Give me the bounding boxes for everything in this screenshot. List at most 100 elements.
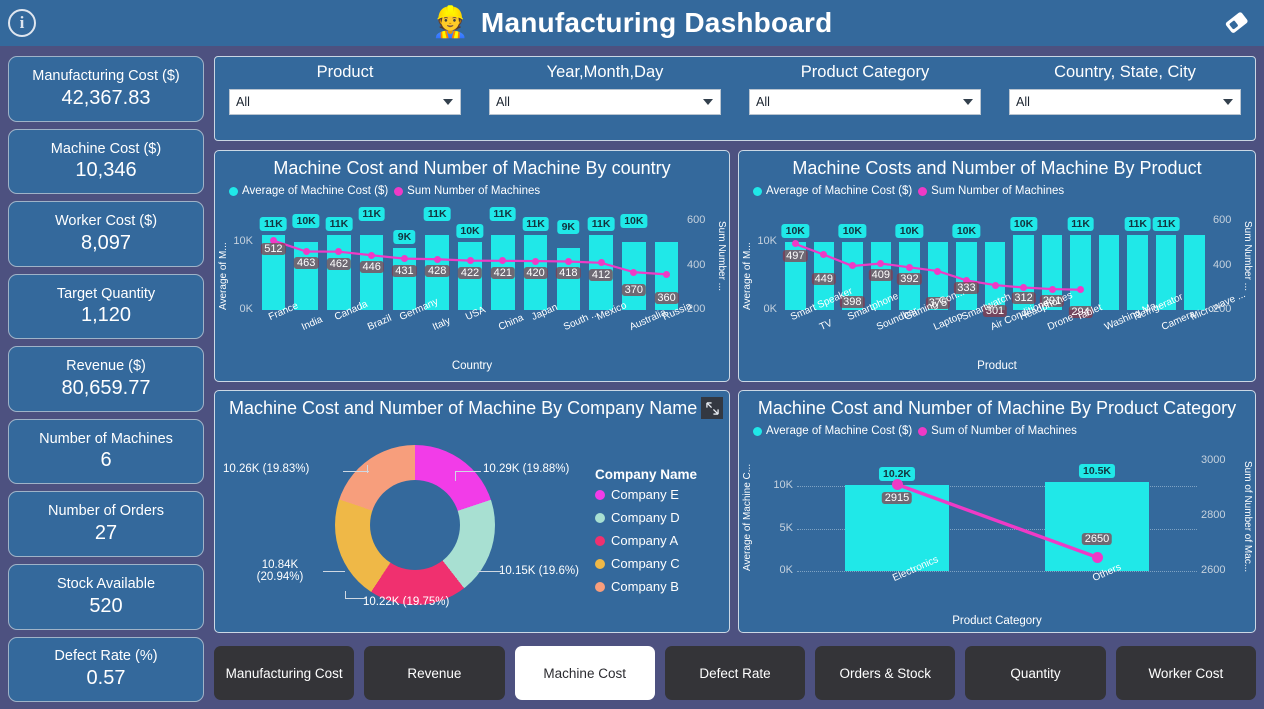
line-data-point[interactable] <box>303 248 310 255</box>
legend-item[interactable]: Company A <box>595 533 697 548</box>
line-data-label: 512 <box>261 243 285 255</box>
line-series <box>215 197 729 372</box>
line-data-label: 462 <box>327 258 351 270</box>
chart-panel-country[interactable]: Machine Cost and Number of Machine By co… <box>214 150 730 382</box>
kpi-card-stock-available[interactable]: Stock Available 520 <box>8 564 204 630</box>
legend-title: Company Name <box>595 467 697 482</box>
dropdown-value: All <box>756 95 770 109</box>
chevron-down-icon <box>963 99 973 105</box>
chart-panel-product[interactable]: Machine Costs and Number of Machine By P… <box>738 150 1256 382</box>
chart-legend: Average of Machine Cost ($) Sum Number o… <box>739 179 1255 197</box>
line-data-label: 422 <box>458 267 482 279</box>
kpi-card-machine-cost[interactable]: Machine Cost ($) 10,346 <box>8 129 204 195</box>
kpi-card-defect-rate[interactable]: Defect Rate (%) 0.57 <box>8 637 204 703</box>
line-data-point[interactable] <box>1092 552 1103 563</box>
line-data-label: 418 <box>556 267 580 279</box>
line-data-point[interactable] <box>934 268 941 275</box>
focus-mode-icon[interactable] <box>701 397 723 419</box>
kpi-card-number-of-machines[interactable]: Number of Machines 6 <box>8 419 204 485</box>
legend-item[interactable]: Average of Machine Cost ($) <box>753 425 912 437</box>
line-data-label: 2915 <box>882 492 912 504</box>
line-data-point[interactable] <box>565 258 572 265</box>
nav-button-manufacturing-cost[interactable]: Manufacturing Cost <box>214 646 354 700</box>
nav-button-worker-cost[interactable]: Worker Cost <box>1116 646 1256 700</box>
line-data-point[interactable] <box>630 269 637 276</box>
legend-item[interactable]: Company C <box>595 556 697 571</box>
legend-item[interactable]: Average of Machine Cost ($) <box>229 185 388 197</box>
line-data-point[interactable] <box>401 255 408 262</box>
legend-dot-icon <box>595 490 605 500</box>
x-axis-title: Product Category <box>739 615 1255 627</box>
line-data-point[interactable] <box>906 264 913 271</box>
line-data-point[interactable] <box>892 479 903 490</box>
line-data-label: 409 <box>869 269 893 281</box>
nav-button-machine-cost[interactable]: Machine Cost <box>515 646 655 700</box>
kpi-label: Defect Rate (%) <box>54 648 157 665</box>
line-data-label: 428 <box>425 265 449 277</box>
nav-button-defect-rate[interactable]: Defect Rate <box>665 646 805 700</box>
leader-line <box>455 471 456 481</box>
legend-label: Sum Number of Machines <box>931 185 1064 197</box>
legend-item[interactable]: Company B <box>595 579 697 594</box>
kpi-value: 42,367.83 <box>62 86 151 110</box>
legend-dot-icon <box>595 559 605 569</box>
kpi-card-manufacturing-cost[interactable]: Manufacturing Cost ($) 42,367.83 <box>8 56 204 122</box>
line-data-label: 2650 <box>1082 533 1112 545</box>
legend-item[interactable]: Sum Number of Machines <box>918 185 1064 197</box>
date-dropdown[interactable]: All <box>489 89 721 115</box>
line-data-label: 421 <box>491 267 515 279</box>
kpi-card-target-quantity[interactable]: Target Quantity 1,120 <box>8 274 204 340</box>
product-category-dropdown[interactable]: All <box>749 89 981 115</box>
chart-panel-company[interactable]: Machine Cost and Number of Machine By Co… <box>214 390 730 633</box>
pie-slice-label: 10.15K (19.6%) <box>499 565 579 577</box>
kpi-card-number-of-orders[interactable]: Number of Orders 27 <box>8 491 204 557</box>
nav-button-orders-stock[interactable]: Orders & Stock <box>815 646 955 700</box>
line-data-point[interactable] <box>598 259 605 266</box>
factory-worker-icon: 👷 <box>432 8 469 38</box>
donut-hole <box>370 480 460 570</box>
product-dropdown[interactable]: All <box>229 89 461 115</box>
kpi-label: Number of Machines <box>39 431 173 448</box>
line-data-point[interactable] <box>1020 284 1027 291</box>
legend-item[interactable]: Sum Number of Machines <box>394 185 540 197</box>
line-data-label: 412 <box>589 269 613 281</box>
kpi-label: Machine Cost ($) <box>51 141 161 158</box>
legend-item[interactable]: Average of Machine Cost ($) <box>753 185 912 197</box>
filter-label: Year,Month,Day <box>547 63 664 82</box>
kpi-card-revenue[interactable]: Revenue ($) 80,659.77 <box>8 346 204 412</box>
kpi-value: 27 <box>95 521 117 545</box>
location-dropdown[interactable]: All <box>1009 89 1241 115</box>
legend-item[interactable]: Company E <box>595 487 697 502</box>
chart-title: Machine Cost and Number of Machine By Pr… <box>739 391 1255 419</box>
eraser-icon[interactable] <box>1220 8 1254 38</box>
leader-line <box>323 571 345 572</box>
leader-line <box>345 598 367 599</box>
pie-slice-label: 10.84K(20.94%) <box>245 559 315 583</box>
nav-button-quantity[interactable]: Quantity <box>965 646 1105 700</box>
kpi-label: Stock Available <box>57 576 155 593</box>
legend-label: Company B <box>611 579 679 594</box>
line-data-point[interactable] <box>368 252 375 259</box>
app-header: i 👷 Manufacturing Dashboard <box>0 0 1264 46</box>
line-data-point[interactable] <box>1049 286 1056 293</box>
line-data-point[interactable] <box>663 271 670 278</box>
legend-item[interactable]: Sum of Number of Machines <box>918 425 1077 437</box>
chart-plot-area: 10.29K (19.88%)10.15K (19.6%)10.22K (19.… <box>215 419 729 624</box>
legend-item[interactable]: Company D <box>595 510 697 525</box>
line-data-point[interactable] <box>532 258 539 265</box>
legend-label: Sum Number of Machines <box>407 185 540 197</box>
legend-dot-icon <box>595 536 605 546</box>
nav-button-revenue[interactable]: Revenue <box>364 646 504 700</box>
kpi-card-worker-cost[interactable]: Worker Cost ($) 8,097 <box>8 201 204 267</box>
page-title: Manufacturing Dashboard <box>481 7 833 39</box>
kpi-label: Revenue ($) <box>66 358 146 375</box>
dropdown-value: All <box>1016 95 1030 109</box>
line-data-point[interactable] <box>992 282 999 289</box>
legend-dot-icon <box>394 187 403 196</box>
chart-title: Machine Cost and Number of Machine By Co… <box>215 391 729 419</box>
line-data-point[interactable] <box>434 256 441 263</box>
dropdown-value: All <box>496 95 510 109</box>
legend-dot-icon <box>918 427 927 436</box>
line-data-point[interactable] <box>467 257 474 264</box>
chart-panel-product-category[interactable]: Machine Cost and Number of Machine By Pr… <box>738 390 1256 633</box>
